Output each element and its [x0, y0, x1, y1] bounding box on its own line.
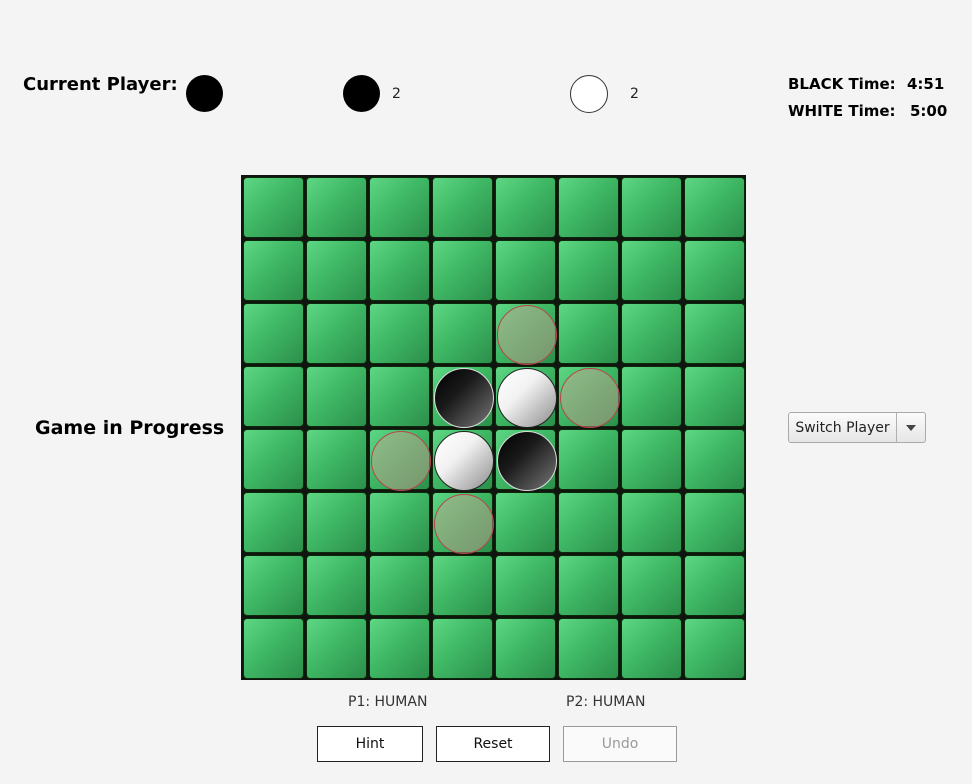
board-cell[interactable] [369, 177, 430, 238]
board-cell[interactable] [432, 429, 494, 491]
board-cell[interactable] [558, 492, 619, 553]
board-cell[interactable] [495, 429, 557, 491]
board-cell[interactable] [495, 366, 557, 428]
undo-button: Undo [563, 726, 677, 762]
board-cell[interactable] [684, 618, 745, 679]
reset-button[interactable]: Reset [436, 726, 550, 762]
black-piece [433, 367, 494, 428]
board-cell[interactable] [621, 177, 682, 238]
game-board[interactable] [241, 175, 746, 680]
board-cell[interactable] [243, 366, 304, 427]
board-cell[interactable] [432, 492, 494, 554]
board-cell[interactable] [621, 303, 682, 364]
chevron-down-icon[interactable] [897, 413, 925, 442]
board-cell[interactable] [621, 618, 682, 679]
board-cell[interactable] [684, 429, 745, 490]
board-cell[interactable] [558, 177, 619, 238]
board-cell[interactable] [243, 618, 304, 679]
player-one-label: P1: HUMAN [348, 694, 428, 710]
board-cell[interactable] [243, 555, 304, 616]
board-cell[interactable] [495, 303, 557, 365]
board-cell[interactable] [432, 240, 493, 301]
board-cell[interactable] [243, 177, 304, 238]
board-cell[interactable] [243, 303, 304, 364]
black-time-label: BLACK Time: [788, 75, 896, 93]
board-cell[interactable] [306, 177, 367, 238]
valid-move-hint[interactable] [496, 304, 557, 365]
board-cell[interactable] [432, 555, 493, 616]
board-cell[interactable] [558, 366, 620, 428]
board-cell[interactable] [621, 492, 682, 553]
white-score-count: 2 [630, 86, 639, 102]
board-cell[interactable] [684, 240, 745, 301]
board-cell[interactable] [684, 303, 745, 364]
board-cell[interactable] [432, 618, 493, 679]
black-score-disc-icon [343, 75, 380, 112]
valid-move-hint[interactable] [559, 367, 620, 428]
white-piece [496, 367, 557, 428]
board-cell[interactable] [558, 618, 619, 679]
white-time-label: WHITE Time: [788, 102, 896, 120]
board-cell[interactable] [369, 492, 430, 553]
white-time-value: 5:00 [910, 102, 948, 120]
board-cell[interactable] [495, 618, 556, 679]
board-cell[interactable] [243, 492, 304, 553]
board-cell[interactable] [369, 618, 430, 679]
board-cell[interactable] [306, 618, 367, 679]
hint-button[interactable]: Hint [317, 726, 423, 762]
board-cell[interactable] [243, 240, 304, 301]
game-status: Game in Progress [35, 417, 225, 439]
board-cell[interactable] [432, 303, 493, 364]
board-cell[interactable] [495, 492, 556, 553]
board-cell[interactable] [432, 366, 494, 428]
board-cell[interactable] [621, 366, 682, 427]
board-cell[interactable] [558, 555, 619, 616]
board-cell[interactable] [306, 555, 367, 616]
board-cell[interactable] [558, 303, 619, 364]
board-cell[interactable] [621, 240, 682, 301]
board-cell[interactable] [495, 240, 556, 301]
board-cell[interactable] [684, 366, 745, 427]
board-cell[interactable] [621, 429, 682, 490]
current-player-disc-icon [186, 75, 223, 112]
board-cell[interactable] [243, 429, 304, 490]
board-cell[interactable] [306, 429, 367, 490]
board-cell[interactable] [369, 303, 430, 364]
black-piece [496, 430, 557, 491]
board-cell[interactable] [369, 555, 430, 616]
board-cell[interactable] [369, 429, 431, 491]
white-piece [433, 430, 494, 491]
board-cell[interactable] [495, 555, 556, 616]
board-cell[interactable] [558, 429, 619, 490]
board-cell[interactable] [495, 177, 556, 238]
board-cell[interactable] [621, 555, 682, 616]
board-cell[interactable] [432, 177, 493, 238]
board-cell[interactable] [369, 240, 430, 301]
switch-player-button[interactable]: Switch Player [789, 413, 897, 442]
white-score-disc-icon [570, 75, 608, 113]
black-time-value: 4:51 [907, 75, 945, 93]
board-cell[interactable] [369, 366, 430, 427]
board-cell[interactable] [306, 303, 367, 364]
board-cell[interactable] [306, 366, 367, 427]
board-cell[interactable] [684, 492, 745, 553]
valid-move-hint[interactable] [433, 493, 494, 554]
player-two-label: P2: HUMAN [566, 694, 646, 710]
board-cell[interactable] [306, 240, 367, 301]
valid-move-hint[interactable] [370, 430, 431, 491]
board-cell[interactable] [684, 177, 745, 238]
board-cell[interactable] [558, 240, 619, 301]
switch-player-dropdown[interactable]: Switch Player [788, 412, 926, 443]
board-cell[interactable] [684, 555, 745, 616]
current-player-label: Current Player: [23, 74, 178, 95]
black-score-count: 2 [392, 86, 401, 102]
board-cell[interactable] [306, 492, 367, 553]
